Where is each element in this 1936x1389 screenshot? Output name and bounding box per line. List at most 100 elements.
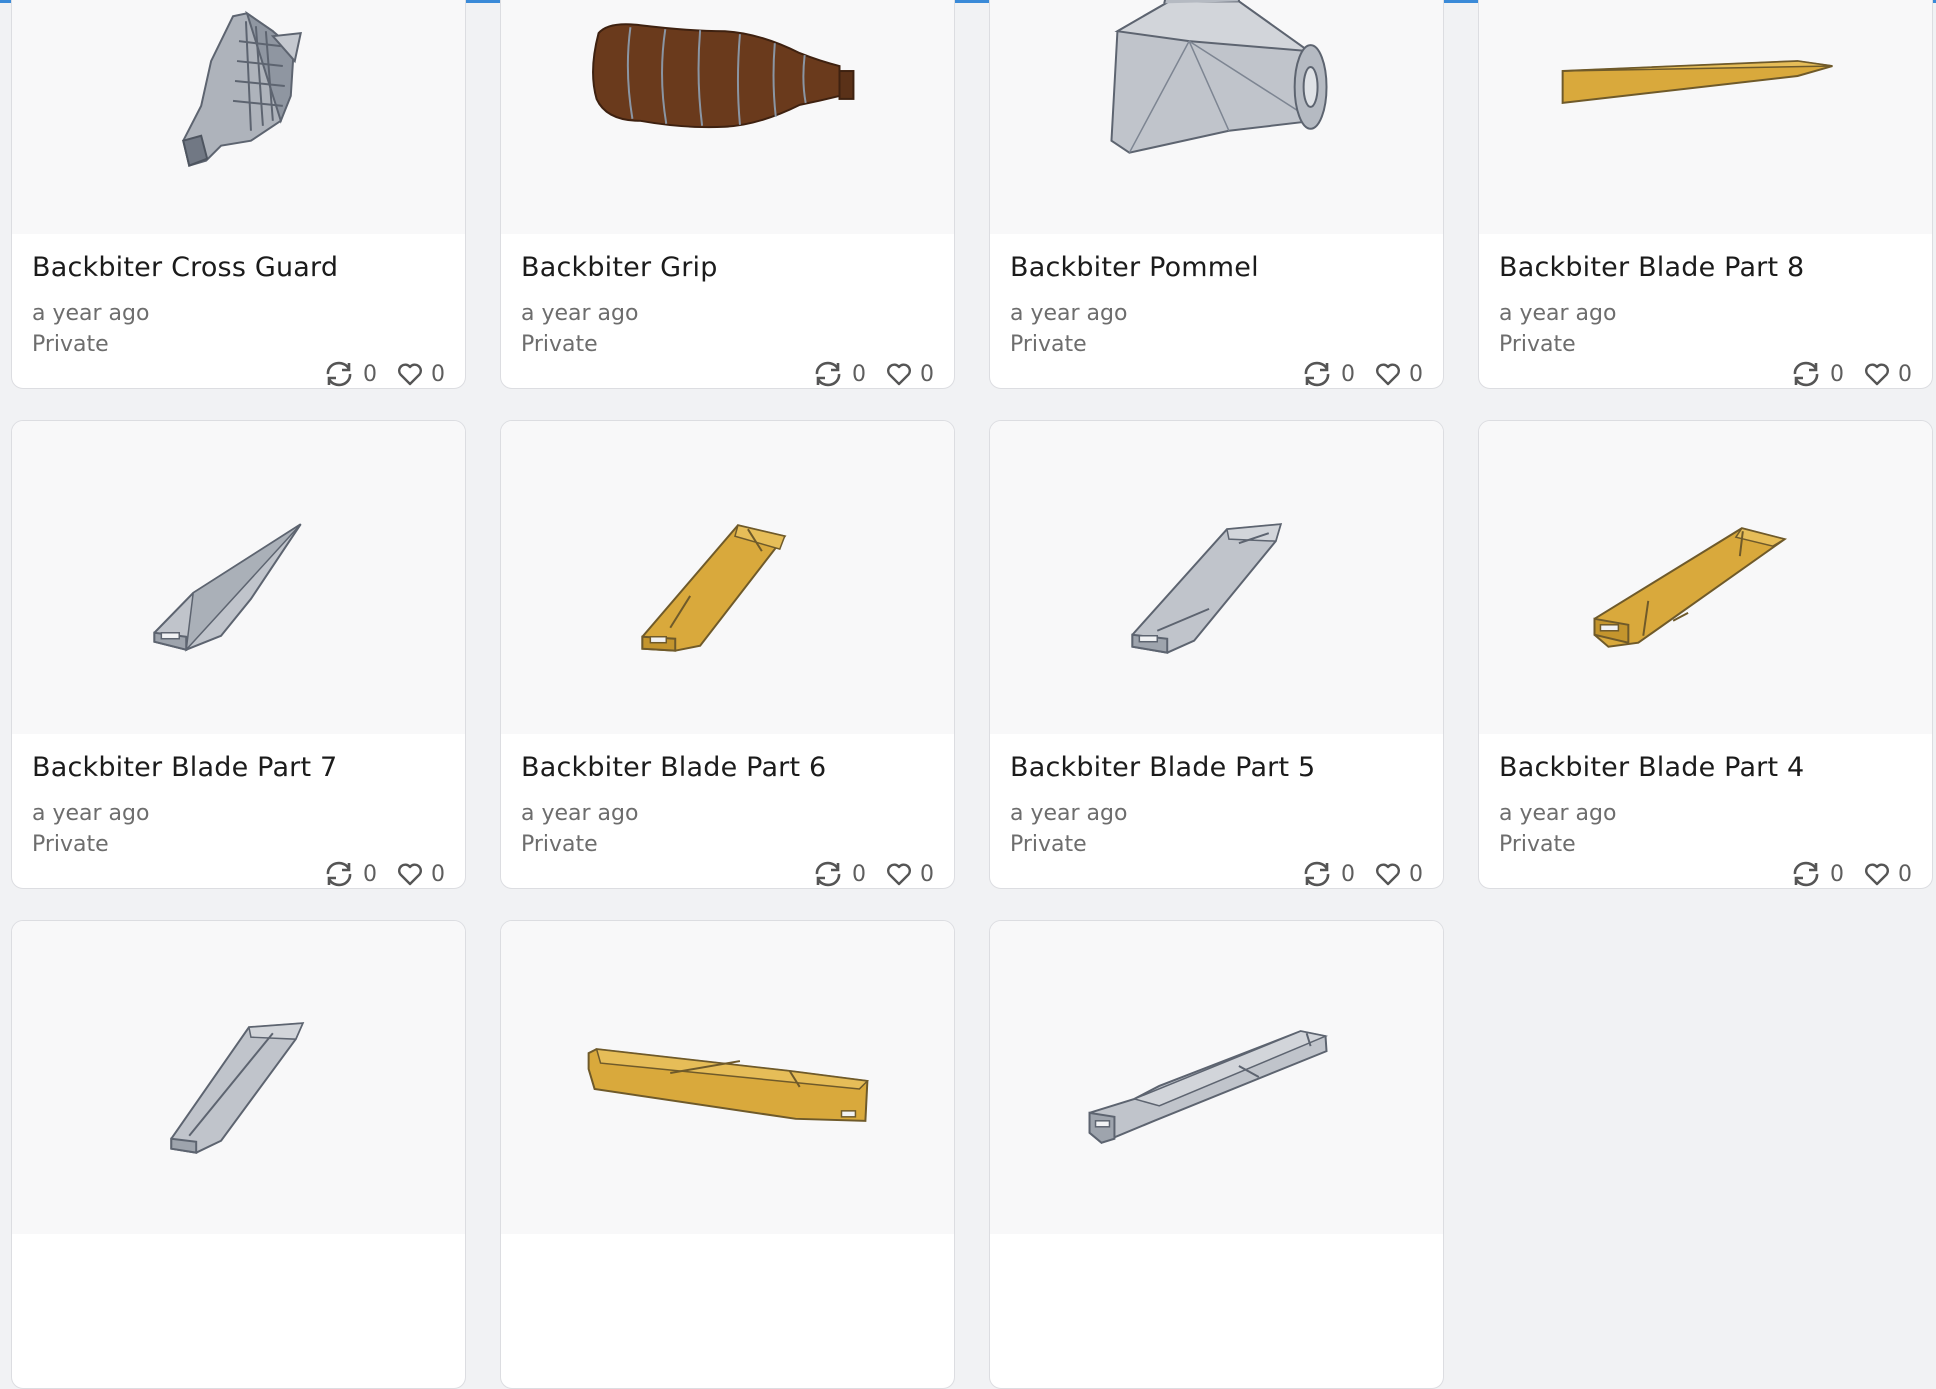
design-thumbnail[interactable] [501, 421, 954, 734]
design-title[interactable]: Backbiter Pommel [1010, 252, 1423, 283]
design-date: a year ago [521, 301, 639, 326]
design-title[interactable]: Backbiter Blade Part 7 [32, 752, 445, 783]
design-stats: 0 0 [323, 360, 445, 388]
design-info: Backbiter Blade Part 5 a year ago Privat… [1010, 734, 1423, 887]
design-info: Backbiter Blade Part 6 a year ago Privat… [521, 734, 934, 887]
design-date: a year ago [1010, 801, 1128, 826]
blade-gray-long-model-image [1088, 1030, 1329, 1144]
heart-icon[interactable] [886, 862, 912, 886]
heart-icon[interactable] [397, 362, 423, 386]
design-info: Backbiter Grip a year ago Private 0 0 [521, 234, 934, 387]
heart-icon[interactable] [1375, 362, 1401, 386]
design-stats: 0 0 [1301, 360, 1423, 388]
design-info: Backbiter Pommel a year ago Private 0 0 [1010, 234, 1423, 387]
design-stats: 0 0 [812, 860, 934, 888]
design-date: a year ago [1010, 301, 1128, 326]
design-privacy: Private [32, 832, 109, 857]
design-thumbnail[interactable] [990, 421, 1443, 734]
design-thumbnail[interactable] [1479, 421, 1932, 734]
design-title[interactable]: Backbiter Blade Part 6 [521, 752, 934, 783]
design-stats: 0 0 [1790, 360, 1912, 388]
design-title[interactable]: Backbiter Cross Guard [32, 252, 445, 283]
design-privacy: Private [521, 332, 598, 357]
design-privacy: Private [1010, 332, 1087, 357]
like-count: 0 [920, 361, 934, 387]
design-stats: 0 0 [323, 860, 445, 888]
design-card[interactable]: Backbiter Blade Part 8 a year ago Privat… [1478, 0, 1933, 389]
design-thumbnail[interactable] [1479, 0, 1932, 234]
design-date: a year ago [521, 801, 639, 826]
design-thumbnail[interactable] [501, 0, 954, 234]
heart-icon[interactable] [1864, 862, 1890, 886]
pommel-model-image [1110, 0, 1328, 154]
design-info: Backbiter Blade Part 7 a year ago Privat… [32, 734, 445, 887]
copy-icon [1304, 361, 1330, 387]
design-thumbnail[interactable] [990, 921, 1443, 1234]
design-privacy: Private [521, 832, 598, 857]
copy-icon [815, 361, 841, 387]
design-date: a year ago [32, 801, 150, 826]
copy-count: 0 [1830, 361, 1844, 387]
design-thumbnail[interactable] [12, 0, 465, 234]
copy-icon [1793, 861, 1819, 887]
design-card[interactable]: Backbiter Grip a year ago Private 0 0 [500, 0, 955, 389]
design-stats: 0 0 [1301, 860, 1423, 888]
copy-count: 0 [852, 361, 866, 387]
design-title[interactable]: Backbiter Blade Part 8 [1499, 252, 1912, 283]
designs-grid: Backbiter Cross Guard a year ago Private… [11, 0, 1933, 1389]
design-card[interactable] [11, 920, 466, 1389]
copy-icon [326, 861, 352, 887]
heart-icon[interactable] [397, 862, 423, 886]
blade-gray-model-image [170, 1022, 305, 1154]
design-thumbnail[interactable] [990, 0, 1443, 234]
design-thumbnail[interactable] [501, 921, 954, 1234]
design-card[interactable]: Backbiter Cross Guard a year ago Private… [11, 0, 466, 389]
copy-icon [326, 361, 352, 387]
copy-icon [1793, 361, 1819, 387]
design-title[interactable]: Backbiter Blade Part 4 [1499, 752, 1912, 783]
copy-count: 0 [852, 861, 866, 887]
copy-count: 0 [1341, 861, 1355, 887]
design-card[interactable] [500, 920, 955, 1389]
copy-count: 0 [1341, 361, 1355, 387]
heart-icon[interactable] [886, 362, 912, 386]
design-thumbnail[interactable] [12, 921, 465, 1234]
design-stats: 0 0 [812, 360, 934, 388]
design-card[interactable] [989, 920, 1444, 1389]
design-date: a year ago [1499, 301, 1617, 326]
design-info [1010, 1234, 1423, 1252]
design-title[interactable]: Backbiter Grip [521, 252, 934, 283]
copy-icon [815, 861, 841, 887]
heart-icon[interactable] [1864, 362, 1890, 386]
design-privacy: Private [32, 332, 109, 357]
copy-count: 0 [363, 861, 377, 887]
copy-icon [1304, 861, 1330, 887]
design-info: Backbiter Blade Part 4 a year ago Privat… [1499, 734, 1912, 887]
design-card[interactable]: Backbiter Blade Part 4 a year ago Privat… [1478, 420, 1933, 889]
design-date: a year ago [1499, 801, 1617, 826]
design-card[interactable]: Backbiter Blade Part 7 a year ago Privat… [11, 420, 466, 889]
blade-part-6-model-image [641, 524, 787, 652]
blade-part-4-model-image [1593, 527, 1787, 648]
like-count: 0 [920, 861, 934, 887]
design-info: Backbiter Cross Guard a year ago Private… [32, 234, 445, 387]
design-info [521, 1234, 934, 1252]
design-info: Backbiter Blade Part 8 a year ago Privat… [1499, 234, 1912, 387]
design-card[interactable]: Backbiter Blade Part 6 a year ago Privat… [500, 420, 955, 889]
blade-part-7-model-image [153, 523, 302, 652]
blade-part-8-model-image [1561, 60, 1833, 105]
design-card[interactable]: Backbiter Pommel a year ago Private 0 0 [989, 0, 1444, 389]
design-thumbnail[interactable] [12, 421, 465, 734]
like-count: 0 [1898, 361, 1912, 387]
blade-gold-model-image [587, 1048, 869, 1122]
design-privacy: Private [1499, 832, 1576, 857]
blade-part-5-model-image [1131, 523, 1283, 654]
heart-icon[interactable] [1375, 862, 1401, 886]
design-card[interactable]: Backbiter Blade Part 5 a year ago Privat… [989, 420, 1444, 889]
cross-guard-model-image [182, 10, 302, 167]
copy-count: 0 [363, 361, 377, 387]
design-date: a year ago [32, 301, 150, 326]
like-count: 0 [1409, 361, 1423, 387]
design-info [32, 1234, 445, 1252]
design-title[interactable]: Backbiter Blade Part 5 [1010, 752, 1423, 783]
